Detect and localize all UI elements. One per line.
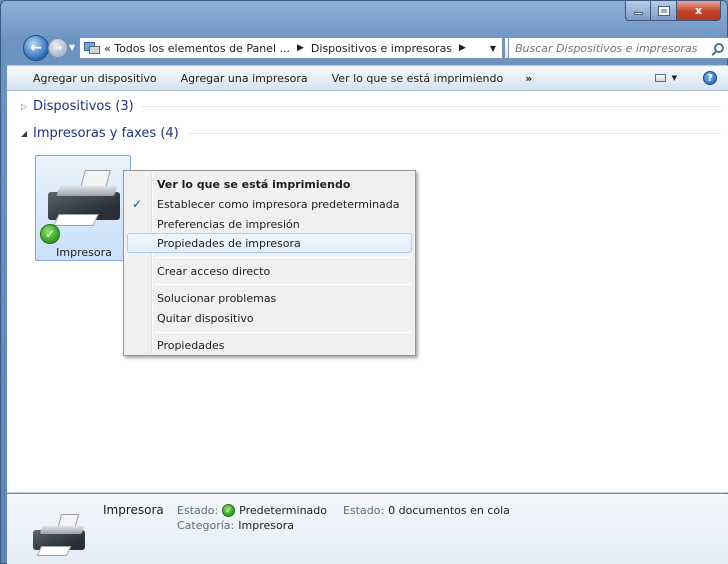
address-bar[interactable]: « Todos los elementos de Panel ... ▶ Dis… [79,37,503,59]
menu-separator [155,284,411,285]
breadcrumb-separator-icon[interactable]: ▶ [459,43,466,53]
minimize-button[interactable] [625,1,651,21]
navigation-bar: ← → ▼ « Todos los elementos de Panel ...… [1,33,728,63]
group-divider [141,106,721,107]
caption-buttons: x [625,1,721,21]
checkmark-icon: ✓ [132,197,143,211]
menu-item-label: Preferencias de impresión [157,217,300,231]
menu-item-printer-properties[interactable]: Propiedades de impresora [127,233,412,253]
menu-separator [155,332,411,333]
detail-value: Impresora [238,519,294,532]
breadcrumb-devices-printers[interactable]: Dispositivos e impresoras [311,42,452,55]
address-dropdown-icon[interactable]: ▼ [490,44,496,53]
menu-item-create-shortcut[interactable]: Crear acceso directo [127,261,412,281]
group-divider [186,133,721,134]
breadcrumb-separator-icon[interactable]: ▶ [297,43,304,53]
forward-arrow-icon[interactable]: → [48,38,68,58]
menu-item-label: Propiedades [157,338,225,352]
group-header-printers[interactable]: ◢ Impresoras y faxes (4) [21,126,721,141]
detail-category: Categoría: Impresora [177,519,294,532]
maximize-icon [657,5,670,16]
add-device-button[interactable]: Agregar un dispositivo [7,72,169,85]
detail-key: Estado: [343,504,385,517]
menu-item-remove-device[interactable]: Quitar dispositivo [127,308,412,328]
menu-item-label: Quitar dispositivo [157,311,254,325]
detail-key: Estado: [177,504,219,517]
detail-value: 0 documentos en cola [388,504,510,517]
search-input[interactable] [509,41,699,55]
detail-key: Categoría: [177,519,235,532]
collapse-arrow-icon[interactable]: ◢ [21,129,33,138]
group-label: Impresoras y faxes (4) [33,126,179,141]
menu-item-troubleshoot[interactable]: Solucionar problemas [127,288,412,308]
menu-item-properties[interactable]: Propiedades [127,335,412,355]
breadcrumb-control-panel[interactable]: « Todos los elementos de Panel ... [104,42,290,55]
breadcrumb: « Todos los elementos de Panel ... ▶ Dis… [104,42,473,55]
control-panel-icon [84,41,100,55]
menu-item-label: Solucionar problemas [157,291,277,305]
more-commands-button[interactable]: » [515,72,542,85]
device-tile-printer[interactable]: ✓ Impresora [35,155,131,261]
recent-pages-dropdown-icon[interactable]: ▼ [69,43,75,52]
minimize-icon [633,12,643,15]
back-arrow-icon[interactable]: ← [23,35,49,61]
command-bar: Agregar un dispositivo Agregar una impre… [7,65,728,91]
default-check-icon: ✓ [222,504,236,517]
context-menu: Ver lo que se está imprimiendo ✓ Estable… [123,170,416,356]
group-label: Dispositivos (3) [33,99,134,114]
details-pane: Impresora Estado: ✓ Predeterminado Estad… [7,494,728,564]
menu-item-set-default[interactable]: ✓ Establecer como impresora predetermina… [127,194,412,214]
explorer-window: x ← → ▼ « Todos los elementos de Panel .… [0,0,728,564]
menu-item-printing-preferences[interactable]: Preferencias de impresión [127,214,412,234]
detail-value: Predeterminado [239,504,328,517]
search-icon[interactable] [714,43,724,53]
see-whats-printing-button[interactable]: Ver lo que se está imprimiendo [320,72,516,85]
menu-item-label: Propiedades de impresora [157,236,301,250]
detail-queue-status: Estado: 0 documentos en cola [343,504,510,517]
menu-item-label: Establecer como impresora predeterminada [157,197,400,211]
view-options-icon[interactable]: ▼ [655,71,677,85]
menu-separator [155,257,411,258]
search-box[interactable] [508,37,728,59]
help-icon[interactable]: ? [703,71,717,85]
close-button[interactable]: x [677,1,721,21]
printer-icon [31,512,89,562]
device-label: Impresora [56,246,112,259]
menu-item-label: Ver lo que se está imprimiendo [157,177,351,191]
detail-status: Estado: ✓ Predeterminado [177,504,327,517]
menu-item-see-whats-printing[interactable]: Ver lo que se está imprimiendo [127,174,412,194]
detail-device-name: Impresora [103,503,164,517]
add-printer-button[interactable]: Agregar una impresora [169,72,320,85]
expand-arrow-icon[interactable]: ▷ [21,102,33,111]
group-header-devices[interactable]: ▷ Dispositivos (3) [21,99,721,114]
maximize-button[interactable] [651,1,677,21]
default-check-icon: ✓ [40,224,60,244]
menu-item-label: Crear acceso directo [157,264,271,278]
